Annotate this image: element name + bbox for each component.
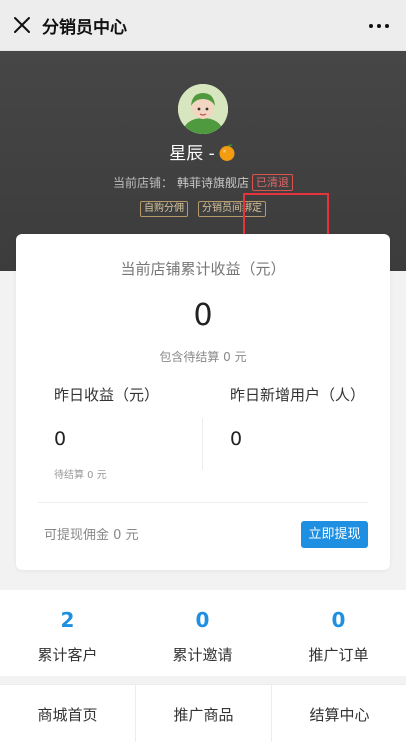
- card-divider: [38, 502, 368, 503]
- stat-divider: [202, 418, 203, 470]
- stat-label: 推广订单: [308, 646, 369, 664]
- nickname: 星辰 -: [169, 144, 215, 164]
- avatar[interactable]: [178, 84, 228, 134]
- stat-value: 0: [195, 608, 210, 632]
- store-row: 当前店铺： 韩菲诗旗舰店 已清退: [0, 174, 406, 191]
- close-icon: [14, 17, 30, 33]
- nickname-row: 星辰 -: [0, 139, 406, 164]
- stat-label: 累计客户: [37, 646, 98, 664]
- earnings-title: 当前店铺累计收益（元）: [120, 260, 286, 278]
- pending-amount: 包含待结算 0 元: [159, 350, 247, 364]
- status-badge: 已清退: [252, 174, 294, 191]
- more-dots-icon: [369, 24, 389, 28]
- menu-settlement-center[interactable]: 结算中心: [272, 685, 406, 742]
- total-earnings-value: 0: [193, 298, 213, 333]
- stat-promotion-orders[interactable]: 0 推广订单: [271, 590, 406, 676]
- close-button[interactable]: [4, 0, 40, 51]
- withdraw-button[interactable]: 立即提现: [301, 521, 368, 548]
- stat-total-invites[interactable]: 0 累计邀请: [135, 590, 270, 676]
- earnings-card: 当前店铺累计收益（元） 0 包含待结算 0 元 昨日收益（元） 昨日新增用户（人…: [16, 234, 390, 570]
- yesterday-new-users-label: 昨日新增用户（人）: [230, 386, 366, 404]
- menu-mall-home[interactable]: 商城首页: [0, 685, 135, 742]
- orange-emoji-icon: [219, 143, 235, 161]
- yesterday-new-users-value: 0: [230, 428, 243, 450]
- withdrawable-commission: 可提现佣金 0 元: [44, 528, 139, 543]
- yesterday-earnings-label: 昨日收益（元）: [54, 386, 160, 404]
- store-name: 韩菲诗旗舰店: [177, 176, 250, 190]
- stat-total-customers[interactable]: 2 累计客户: [0, 590, 135, 676]
- yesterday-earnings-value: 0: [54, 428, 67, 450]
- more-button[interactable]: [366, 13, 392, 39]
- page-title: 分销员中心: [42, 17, 127, 38]
- bottom-menu: 商城首页 推广商品 结算中心: [0, 684, 406, 742]
- stat-value: 2: [60, 608, 75, 632]
- top-nav-bar: 分销员中心: [0, 0, 406, 51]
- tags-row: 自购分佣 分销员间绑定: [0, 201, 406, 217]
- tag-self-purchase: 自购分佣: [140, 201, 188, 217]
- yesterday-pending: 待结算 0 元: [54, 470, 107, 481]
- stats-panel: 2 累计客户 0 累计邀请 0 推广订单: [0, 590, 406, 676]
- stat-value: 0: [331, 608, 346, 632]
- menu-promote-products[interactable]: 推广商品: [136, 685, 271, 742]
- stat-label: 累计邀请: [172, 646, 233, 664]
- avatar-image: [178, 84, 228, 134]
- store-prefix: 当前店铺：: [112, 176, 173, 190]
